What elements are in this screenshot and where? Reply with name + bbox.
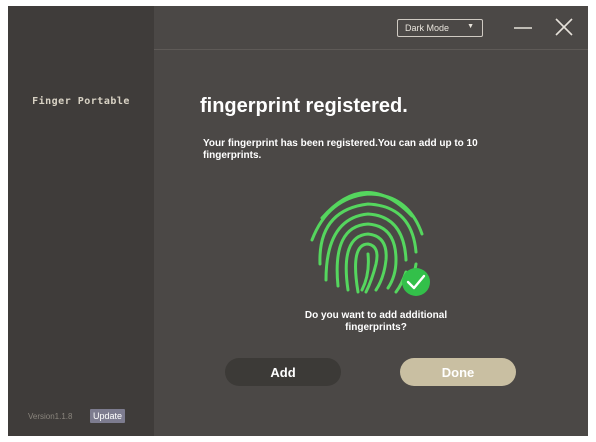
version-label: Version1.1.8: [28, 412, 73, 421]
app-name: Finger Portable: [32, 96, 130, 107]
header-divider: [154, 49, 588, 50]
done-button[interactable]: Done: [400, 358, 516, 386]
minimize-icon: [514, 27, 532, 29]
close-button[interactable]: [553, 16, 575, 38]
sidebar: Finger Portable Version1.1.8 Update: [8, 6, 154, 436]
fingerprint-icon: [310, 191, 430, 296]
fingerprint-graphic: [304, 180, 434, 298]
add-more-question: Do you want to add additional fingerprin…: [304, 310, 448, 333]
update-button[interactable]: Update: [90, 409, 126, 423]
app-window: Finger Portable Version1.1.8 Update Dark…: [8, 6, 588, 436]
minimize-button[interactable]: [512, 16, 534, 38]
theme-mode-value: Dark Mode: [405, 23, 450, 33]
add-button[interactable]: Add: [225, 358, 341, 386]
close-icon: [555, 18, 573, 36]
check-badge-icon: [402, 268, 430, 296]
theme-mode-select[interactable]: Dark Mode ▼: [397, 19, 483, 37]
page-title: fingerprint registered.: [200, 95, 408, 117]
dropdown-arrow-icon: ▼: [467, 23, 474, 30]
registration-description: Your fingerprint has been registered.You…: [203, 138, 478, 161]
